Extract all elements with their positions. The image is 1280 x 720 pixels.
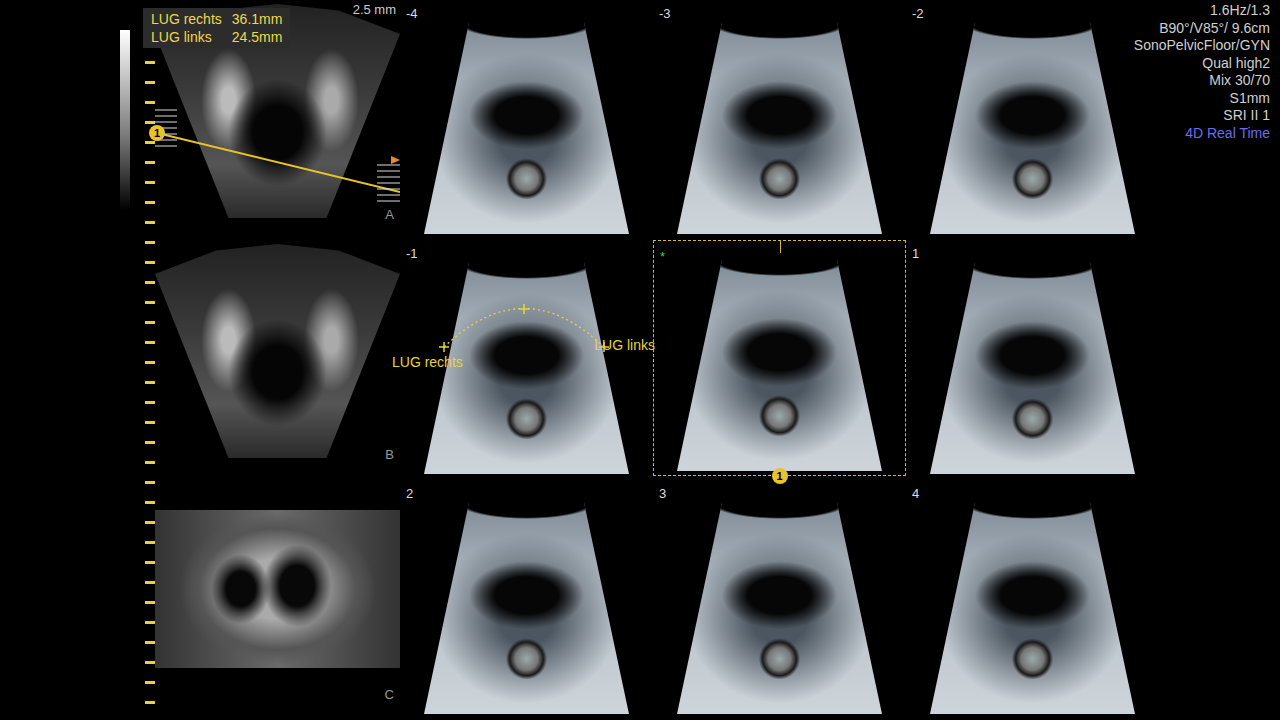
slice-image (677, 502, 882, 714)
slice-index: -4 (406, 4, 418, 24)
slice-index: 2 (406, 484, 413, 504)
slice-index: -1 (406, 244, 418, 264)
slice-thickness: 2.5 mm (353, 0, 396, 20)
measurement-name: LUG links (151, 28, 212, 46)
reference-marker[interactable]: 1 (149, 125, 165, 141)
plane-view[interactable]: B (155, 240, 400, 468)
center-mark (780, 241, 781, 253)
slice-cell[interactable]: 3 (653, 480, 906, 718)
info-line: S1mm (1134, 90, 1270, 108)
plane-view[interactable]: C (155, 480, 400, 708)
slice-cell[interactable]: 4 (906, 480, 1159, 718)
annotation-label: LUG rechts (392, 352, 463, 373)
slice-image (930, 502, 1135, 714)
ultrasound-image (155, 244, 400, 458)
ultrasound-image (155, 510, 400, 668)
slice-index: 1 (912, 244, 919, 264)
slice-cell[interactable]: *1 (653, 240, 906, 476)
plane-view[interactable]: ALUG rechts36.1mmLUG links24.5mm2.5 mm1 (155, 0, 400, 228)
measurement-name: LUG rechts (151, 10, 222, 28)
slice-index: -2 (912, 4, 924, 24)
slice-cell[interactable]: -3 (653, 0, 906, 238)
slice-image (424, 502, 629, 714)
info-line: Qual high2 (1134, 55, 1270, 73)
info-line: SonoPelvicFloor/GYN (1134, 37, 1270, 55)
slice-image (677, 22, 882, 234)
mode-label: 4D Real Time (1134, 125, 1270, 143)
slice-cell[interactable]: 2 (400, 480, 653, 718)
slice-image (930, 22, 1135, 234)
slice-cell[interactable]: -2 (906, 0, 1159, 238)
orthogonal-planes: ALUG rechts36.1mmLUG links24.5mm2.5 mm1B… (155, 0, 400, 720)
measurement-row: LUG rechts 36.1mm (151, 10, 282, 28)
plane-label: A (385, 205, 394, 225)
slice-image (677, 259, 882, 471)
slice-index: 4 (912, 484, 919, 504)
grayscale-bar (120, 30, 130, 210)
acquisition-info: 1.6Hz/1.3B90°/V85°/ 9.6cmSonoPelvicFloor… (1134, 2, 1270, 142)
slice-cell[interactable]: -4 (400, 0, 653, 238)
reference-marker[interactable]: 1 (772, 468, 788, 484)
slice-cell[interactable]: -1LUG rechtsLUG links (400, 240, 653, 478)
slice-index: -3 (659, 4, 671, 24)
slice-image (930, 262, 1135, 474)
info-line: 1.6Hz/1.3 (1134, 2, 1270, 20)
slice-index: * (660, 247, 665, 267)
info-line: Mix 30/70 (1134, 72, 1270, 90)
measurement-value: 24.5mm (232, 28, 283, 46)
plane-label: C (385, 685, 394, 705)
depth-scale (145, 4, 155, 716)
slice-index: 3 (659, 484, 666, 504)
measurement-row: LUG links 24.5mm (151, 28, 282, 46)
slice-cell[interactable]: 1 (906, 240, 1159, 478)
slice-grid: -4-3-2-1LUG rechtsLUG links*11234 (400, 0, 1159, 720)
ultrasound-workspace: A LUG rechts 36.1mm LUG links 24.5mm 2.5 mm 1 B… (0, 0, 1280, 720)
info-line: SRI II 1 (1134, 107, 1270, 125)
measurement-box: LUG rechts 36.1mm LUG links 24.5mm (143, 8, 290, 48)
info-line: B90°/V85°/ 9.6cm (1134, 20, 1270, 38)
slice-image (424, 22, 629, 234)
annotation-label: LUG links (594, 335, 655, 356)
plane-label: B (385, 445, 394, 465)
measurement-value: 36.1mm (232, 10, 283, 28)
